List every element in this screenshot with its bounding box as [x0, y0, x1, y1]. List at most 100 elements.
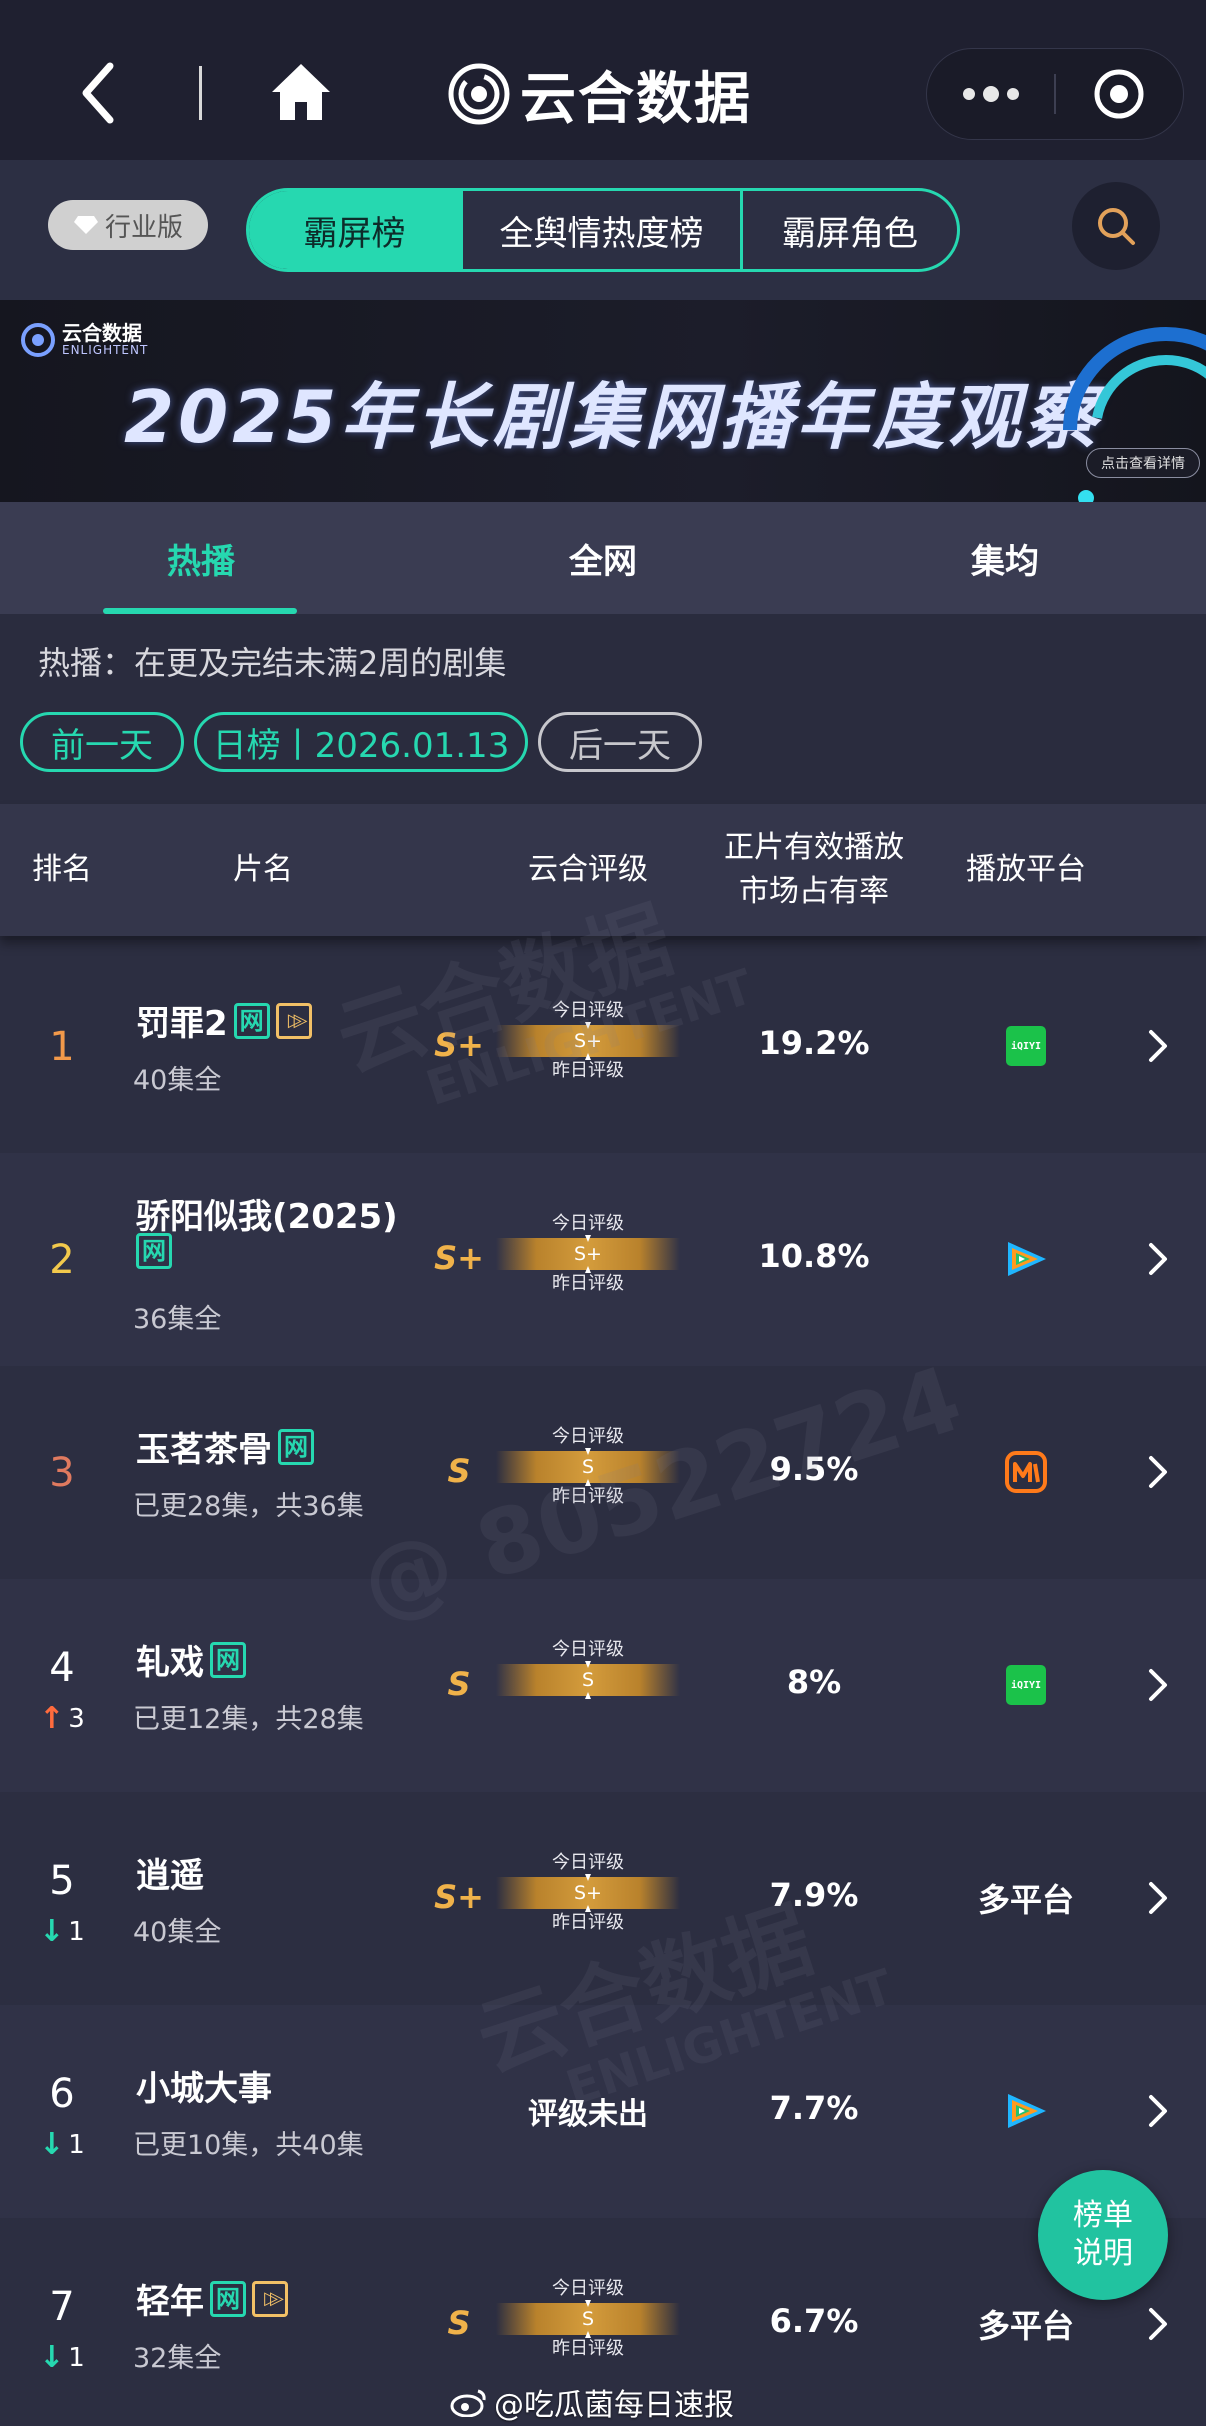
today-grade-bar: S — [496, 2300, 680, 2338]
tab-dominance-roles[interactable]: 霸屏角色 — [743, 191, 957, 269]
grade-meter: 今日评级 S+ 昨日评级 — [496, 1000, 680, 1082]
today-grade-bar: S+ — [496, 1022, 680, 1060]
iqiyi-icon: iQIYI — [1006, 1026, 1046, 1066]
grade-letter: S — [447, 1665, 471, 1703]
today-grade-bar: S+ — [496, 1874, 680, 1912]
back-button[interactable] — [70, 58, 130, 128]
header-grade: 云合评级 — [528, 852, 648, 887]
back-icon — [82, 62, 114, 124]
chevron-right-icon[interactable] — [1140, 1878, 1174, 1918]
show-title: 骄阳似我(2025) — [136, 1189, 398, 1238]
nav-divider — [199, 66, 202, 120]
arrow-up-icon: ↑ — [39, 1701, 65, 1736]
yesterday-grade-label: 昨日评级 — [552, 2338, 624, 2359]
show-title-text: 轧戏 — [136, 1643, 204, 1683]
table-row[interactable]: 5 ↓ 1 逍遥 40集全 S+ 今日评级 S+ 昨日评级 7.9% 多平台 — [0, 1792, 1206, 2005]
category-tabs: 霸屏榜 全舆情热度榜 霸屏角色 — [246, 188, 960, 272]
platform-cell: iQIYI — [940, 1024, 1112, 1068]
today-grade-label: 今日评级 — [552, 1000, 624, 1021]
annual-report-banner[interactable]: 云合数据 ENLIGHTENT 2025年长剧集网播年度观察 点击查看详情 — [0, 300, 1206, 502]
ranking-subtabs: 热播 全网 集均 — [0, 502, 1206, 614]
more-button[interactable] — [927, 86, 1054, 102]
banner-detail-button[interactable]: 点击查看详情 — [1086, 448, 1200, 478]
chevron-right-icon[interactable] — [1140, 1452, 1174, 1492]
platform-cell: 多平台 — [940, 2302, 1112, 2346]
header-title: 片名 — [233, 852, 293, 887]
market-share-value: 19.2% — [758, 1024, 870, 1062]
grade-meter: 今日评级 S 昨日评级 — [496, 2278, 680, 2360]
tab-sentiment-heat-ranking[interactable]: 全舆情热度榜 — [463, 191, 743, 269]
chevron-right-icon[interactable] — [1140, 2091, 1174, 2131]
banner-title: 2025年长剧集网播年度观察 — [124, 375, 1101, 459]
show-title-text: 玉茗茶骨 — [136, 1430, 272, 1470]
fast-forward-badge-icon: ▷▷ — [275, 1002, 312, 1039]
rank-change-value: 1 — [68, 2129, 85, 2160]
industry-edition-badge[interactable]: 行业版 — [48, 200, 208, 250]
rank-change: ↓ 1 — [20, 2127, 104, 2162]
today-grade-label: 今日评级 — [552, 1426, 624, 1447]
episode-status: 32集全 — [133, 2343, 222, 2374]
chevron-right-icon[interactable] — [1140, 1239, 1174, 1279]
tab-hot-airing[interactable]: 热播 — [0, 502, 402, 614]
more-icon — [962, 88, 975, 100]
next-day-button[interactable]: 后一天 — [538, 712, 702, 772]
table-row[interactable]: 1 罚罪2 网 ▷▷ 40集全 S+ 今日评级 S+ 昨日评级 19.2% iQIYI — [0, 940, 1206, 1153]
today-grade-label: 今日评级 — [552, 1639, 624, 1660]
close-mini-program-button[interactable] — [1056, 68, 1183, 120]
arrow-down-icon: ↓ — [39, 1914, 65, 1949]
show-title: 小城大事 — [136, 2061, 272, 2110]
grade-meter: 今日评级 S+ 昨日评级 — [496, 1852, 680, 1934]
search-button[interactable] — [1072, 182, 1160, 270]
show-title-text: 骄阳似我(2025) — [136, 1197, 398, 1237]
home-button[interactable] — [268, 60, 334, 124]
platform-cell — [940, 1450, 1112, 1494]
table-header: 排名 片名 云合评级 正片有效播放 市场占有率 播放平台 — [0, 804, 1206, 936]
grade-letter: S+ — [434, 1878, 484, 1916]
diamond-icon — [73, 216, 98, 234]
show-title: 逍遥 — [136, 1848, 204, 1897]
rank-number: 7 — [49, 2284, 75, 2330]
rank-number: 1 — [49, 1024, 75, 1070]
header-market-share-line1: 正片有效播放 — [724, 830, 904, 865]
market-share-value: 7.7% — [769, 2089, 859, 2127]
table-row[interactable]: 4 ↑ 3 轧戏网已更12集，共28集 S 今日评级 S 8% iQIYI — [0, 1579, 1206, 1792]
episode-status: 40集全 — [133, 1917, 222, 1948]
tab-all-network[interactable]: 全网 — [402, 502, 804, 614]
show-title: 玉茗茶骨网 — [136, 1422, 314, 1471]
daily-date-selector[interactable]: 日榜丨2026.01.13 — [194, 712, 528, 772]
web-drama-badge: 网 — [278, 1428, 314, 1465]
yesterday-grade-label: 昨日评级 — [552, 1912, 624, 1933]
table-row[interactable]: 3 玉茗茶骨网已更28集，共36集 S 今日评级 S 昨日评级 9.5% — [0, 1366, 1206, 1579]
rank-change-value: 1 — [68, 2342, 85, 2373]
ranking-explanation-button[interactable]: 榜单 说明 — [1038, 2170, 1168, 2300]
ranking-explanation-line2: 说明 — [1073, 2236, 1133, 2271]
home-icon — [272, 64, 330, 120]
grade-letter: S — [447, 1452, 471, 1490]
ranking-description: 热播：在更及完结未满2周的剧集 — [38, 644, 507, 682]
search-icon — [1098, 208, 1135, 245]
rank-number: 6 — [49, 2071, 75, 2117]
web-drama-badge: 网 — [210, 2280, 246, 2317]
table-row[interactable]: 6 ↓ 1 小城大事 已更10集，共40集 评级未出 7.7% — [0, 2005, 1206, 2218]
episode-status: 已更28集，共36集 — [133, 1491, 364, 1522]
platform-cell: iQIYI — [940, 1663, 1112, 1707]
yesterday-grade-label: 昨日评级 — [552, 1273, 624, 1294]
top-nav-bar: 云合数据 — [0, 0, 1206, 160]
prev-day-button[interactable]: 前一天 — [20, 712, 184, 772]
header-market-share: 正片有效播放 市场占有率 — [716, 804, 912, 936]
tencent-video-icon — [1008, 1242, 1046, 1276]
mini-program-capsule — [926, 48, 1184, 140]
table-row[interactable]: 2 骄阳似我(2025) 网 36集全 S+ 今日评级 S+ 昨日评级 10.8% — [0, 1153, 1206, 1366]
platform-text: 多平台 — [977, 1881, 1074, 1919]
mango-tv-icon — [1005, 1451, 1047, 1493]
market-share-value: 10.8% — [758, 1237, 870, 1275]
chevron-right-icon[interactable] — [1140, 2304, 1174, 2344]
iqiyi-icon: iQIYI — [1006, 1665, 1046, 1705]
grade-meter: 今日评级 S — [496, 1639, 680, 1699]
tab-dominance-ranking[interactable]: 霸屏榜 — [249, 191, 463, 269]
chevron-right-icon[interactable] — [1140, 1665, 1174, 1705]
show-title: 轻年网 ▷▷ — [136, 2274, 288, 2323]
tab-per-episode[interactable]: 集均 — [804, 502, 1206, 614]
market-share-value: 9.5% — [769, 1450, 859, 1488]
chevron-right-icon[interactable] — [1140, 1026, 1174, 1066]
